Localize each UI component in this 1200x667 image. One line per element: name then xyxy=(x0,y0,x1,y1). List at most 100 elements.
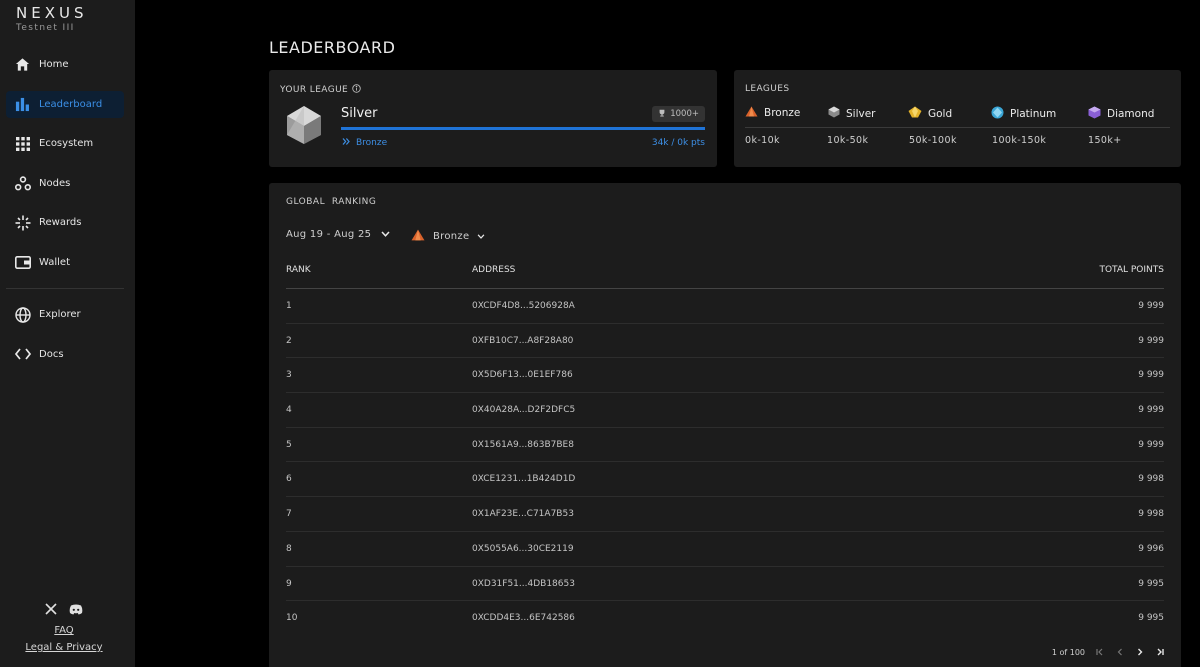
league-progress-fill xyxy=(341,127,705,130)
league-range-bronze: 0k-10k xyxy=(745,135,780,146)
column-header-total-points: TOTAL POINTS xyxy=(1099,265,1164,275)
chevron-down-icon xyxy=(477,231,485,242)
brand: NEXUS Testnet III xyxy=(16,4,87,33)
brand-name: NEXUS xyxy=(16,4,88,22)
pagination-label: 1 of 100 xyxy=(1051,647,1085,657)
home-icon xyxy=(14,56,31,73)
league-label: Gold xyxy=(928,107,953,120)
table-row[interactable]: 2 0XFB10C7...A8F28A80 9 999 xyxy=(286,324,1164,359)
address-cell: 0X5055A6...30CE2119 xyxy=(472,543,574,554)
league-gold: Gold xyxy=(908,106,952,121)
table-row[interactable]: 3 0X5D6F13...0E1EF786 9 999 xyxy=(286,358,1164,394)
social-links xyxy=(0,600,128,619)
date-range-dropdown[interactable]: Aug 19 - Aug 25 xyxy=(286,229,390,240)
sidebar-item-label: Nodes xyxy=(39,177,71,189)
sidebar-item-nodes[interactable]: Nodes xyxy=(6,170,124,197)
address-cell: 0X1561A9...863B7BE8 xyxy=(472,439,574,450)
sidebar-item-label: Ecosystem xyxy=(39,138,94,150)
sidebar-item-rewards[interactable]: Rewards xyxy=(6,209,124,236)
table-row[interactable]: 1 0XCDF4D8...5206928A 9 999 xyxy=(286,289,1164,324)
sidebar-item-explorer[interactable]: Explorer xyxy=(6,301,124,328)
table-row[interactable]: 5 0X1561A9...863B7BE8 9 999 xyxy=(286,428,1164,463)
league-points-progress: 34k / 0k pts xyxy=(651,138,705,148)
first-page-icon[interactable] xyxy=(1095,647,1105,657)
rank-cell: 3 xyxy=(286,370,292,381)
sidebar-item-label: Explorer xyxy=(39,309,81,320)
legal-privacy-link[interactable]: Legal & Privacy xyxy=(0,642,128,653)
grid-icon xyxy=(14,135,31,152)
points-cell: 9 995 xyxy=(1138,578,1164,589)
table-row[interactable]: 7 0X1AF23E...C71A7B53 9 998 xyxy=(286,497,1164,532)
sidebar-item-home[interactable]: Home xyxy=(6,51,124,78)
faq-link[interactable]: FAQ xyxy=(0,625,128,636)
points-cell: 9 999 xyxy=(1138,405,1164,416)
points-cell: 9 996 xyxy=(1138,543,1164,554)
column-header-address: ADDRESS xyxy=(472,265,516,275)
league-range-platinum: 100k-150k xyxy=(992,135,1047,146)
bronze-gem-icon xyxy=(411,229,425,244)
next-league-link[interactable]: Bronze xyxy=(342,138,387,148)
discord-icon[interactable] xyxy=(69,600,83,619)
points-cell: 9 995 xyxy=(1138,613,1164,624)
bronze-gem-icon xyxy=(745,106,758,120)
address-cell: 0XFB10C7...A8F28A80 xyxy=(472,335,574,346)
global-ranking-title: GLOBAL RANKING xyxy=(286,197,377,207)
sidebar-item-wallet[interactable]: Wallet xyxy=(6,249,124,276)
table-row[interactable]: 9 0XD31F51...4DB18653 9 995 xyxy=(286,567,1164,602)
code-icon xyxy=(14,346,31,363)
column-header-rank: RANK xyxy=(286,265,311,275)
rank-cell: 2 xyxy=(286,335,292,346)
sidebar-divider xyxy=(6,288,124,289)
sidebar-secondary-nav: Explorer Docs xyxy=(6,301,124,380)
table-row[interactable]: 4 0X40A28A...D2F2DFC5 9 999 xyxy=(286,393,1164,428)
your-league-card: YOUR LEAGUE Silver 1000+ Bronze 34k / 0k… xyxy=(269,70,717,167)
league-bronze: Bronze xyxy=(745,106,800,120)
rank-cell: 7 xyxy=(286,509,292,520)
address-cell: 0XCDF4D8...5206928A xyxy=(472,301,575,311)
current-league-name: Silver xyxy=(341,106,378,121)
x-icon[interactable] xyxy=(45,600,57,619)
rank-cell: 10 xyxy=(286,613,298,624)
wallet-icon xyxy=(14,254,31,271)
rank-cell: 9 xyxy=(286,578,292,589)
table-row[interactable]: 6 0XCE1231...1B424D1D 9 998 xyxy=(286,462,1164,498)
sparkle-icon xyxy=(14,214,31,231)
bar-chart-icon xyxy=(14,96,31,113)
rank-cell: 8 xyxy=(286,543,292,554)
sidebar: NEXUS Testnet III Home Leaderboard Ecosy… xyxy=(0,0,135,667)
leagues-card: LEAGUES Bronze Silver Gold Platinum Diam… xyxy=(734,70,1181,167)
league-progress-bar xyxy=(341,127,705,130)
rank-cell: 1 xyxy=(286,301,292,311)
league-range-silver: 10k-50k xyxy=(827,135,869,146)
points-cell: 9 998 xyxy=(1138,509,1164,520)
next-page-icon[interactable] xyxy=(1135,647,1145,657)
sidebar-item-label: Home xyxy=(39,59,69,70)
previous-page-icon[interactable] xyxy=(1115,647,1125,657)
league-filter-dropdown[interactable]: Bronze xyxy=(411,229,485,244)
globe-icon xyxy=(14,306,31,323)
gold-gem-icon xyxy=(908,106,922,121)
table-row[interactable]: 8 0X5055A6...30CE2119 9 996 xyxy=(286,532,1164,567)
last-page-icon[interactable] xyxy=(1155,647,1165,657)
date-range-value: Aug 19 - Aug 25 xyxy=(286,229,372,240)
platinum-gem-icon xyxy=(991,106,1004,122)
sidebar-item-docs[interactable]: Docs xyxy=(6,341,124,368)
league-label: Bronze xyxy=(764,107,801,119)
leagues-title: LEAGUES xyxy=(745,84,790,94)
points-badge: 1000+ xyxy=(652,106,705,122)
info-icon[interactable] xyxy=(352,84,361,96)
your-league-title: YOUR LEAGUE xyxy=(280,85,349,95)
address-cell: 0XD31F51...4DB18653 xyxy=(472,578,575,589)
table-row[interactable]: 10 0XCDD4E3...6E742586 9 995 xyxy=(286,601,1164,636)
trophy-icon xyxy=(658,109,666,120)
sidebar-item-label: Wallet xyxy=(39,256,71,268)
points-badge-label: 1000+ xyxy=(670,109,699,119)
league-range-gold: 50k-100k xyxy=(909,135,957,146)
sidebar-item-leaderboard[interactable]: Leaderboard xyxy=(6,90,124,118)
sidebar-item-ecosystem[interactable]: Ecosystem xyxy=(6,130,124,157)
your-league-header: YOUR LEAGUE xyxy=(280,84,361,96)
league-label: Diamond xyxy=(1107,108,1155,120)
rank-cell: 4 xyxy=(286,405,292,416)
pagination: 1 of 100 xyxy=(1052,647,1165,657)
ranking-table-body: 1 0XCDF4D8...5206928A 9 999 2 0XFB10C7...A8… xyxy=(286,289,1164,636)
